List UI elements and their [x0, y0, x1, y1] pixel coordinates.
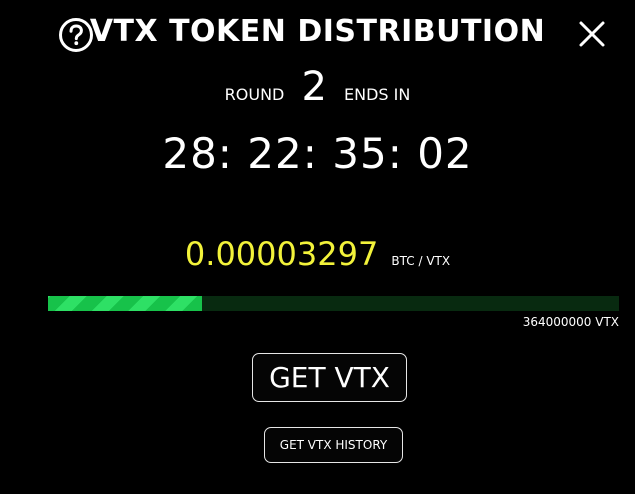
close-icon[interactable] — [577, 19, 607, 49]
get-vtx-history-button[interactable]: GET VTX HISTORY — [264, 427, 403, 463]
round-label: ROUND — [224, 85, 285, 104]
page-title: VTX TOKEN DISTRIBUTION — [89, 14, 546, 49]
price-unit: BTC / VTX — [391, 254, 451, 268]
close-x-icon — [579, 21, 605, 47]
total-supply-label: 364000000 VTX — [522, 315, 619, 329]
get-vtx-button[interactable]: GET VTX — [252, 353, 407, 402]
distribution-progress-fill — [48, 296, 203, 311]
round-number: 2 — [301, 64, 327, 110]
round-info: ROUND 2 ENDS IN — [0, 64, 635, 118]
price-display: 0.00003297 BTC / VTX — [0, 232, 635, 283]
countdown-timer: 28: 22: 35: 02 — [162, 129, 473, 178]
price-value: 0.00003297 — [184, 235, 379, 273]
distribution-progress-bar — [48, 296, 619, 311]
ends-in-label: ENDS IN — [344, 85, 411, 104]
